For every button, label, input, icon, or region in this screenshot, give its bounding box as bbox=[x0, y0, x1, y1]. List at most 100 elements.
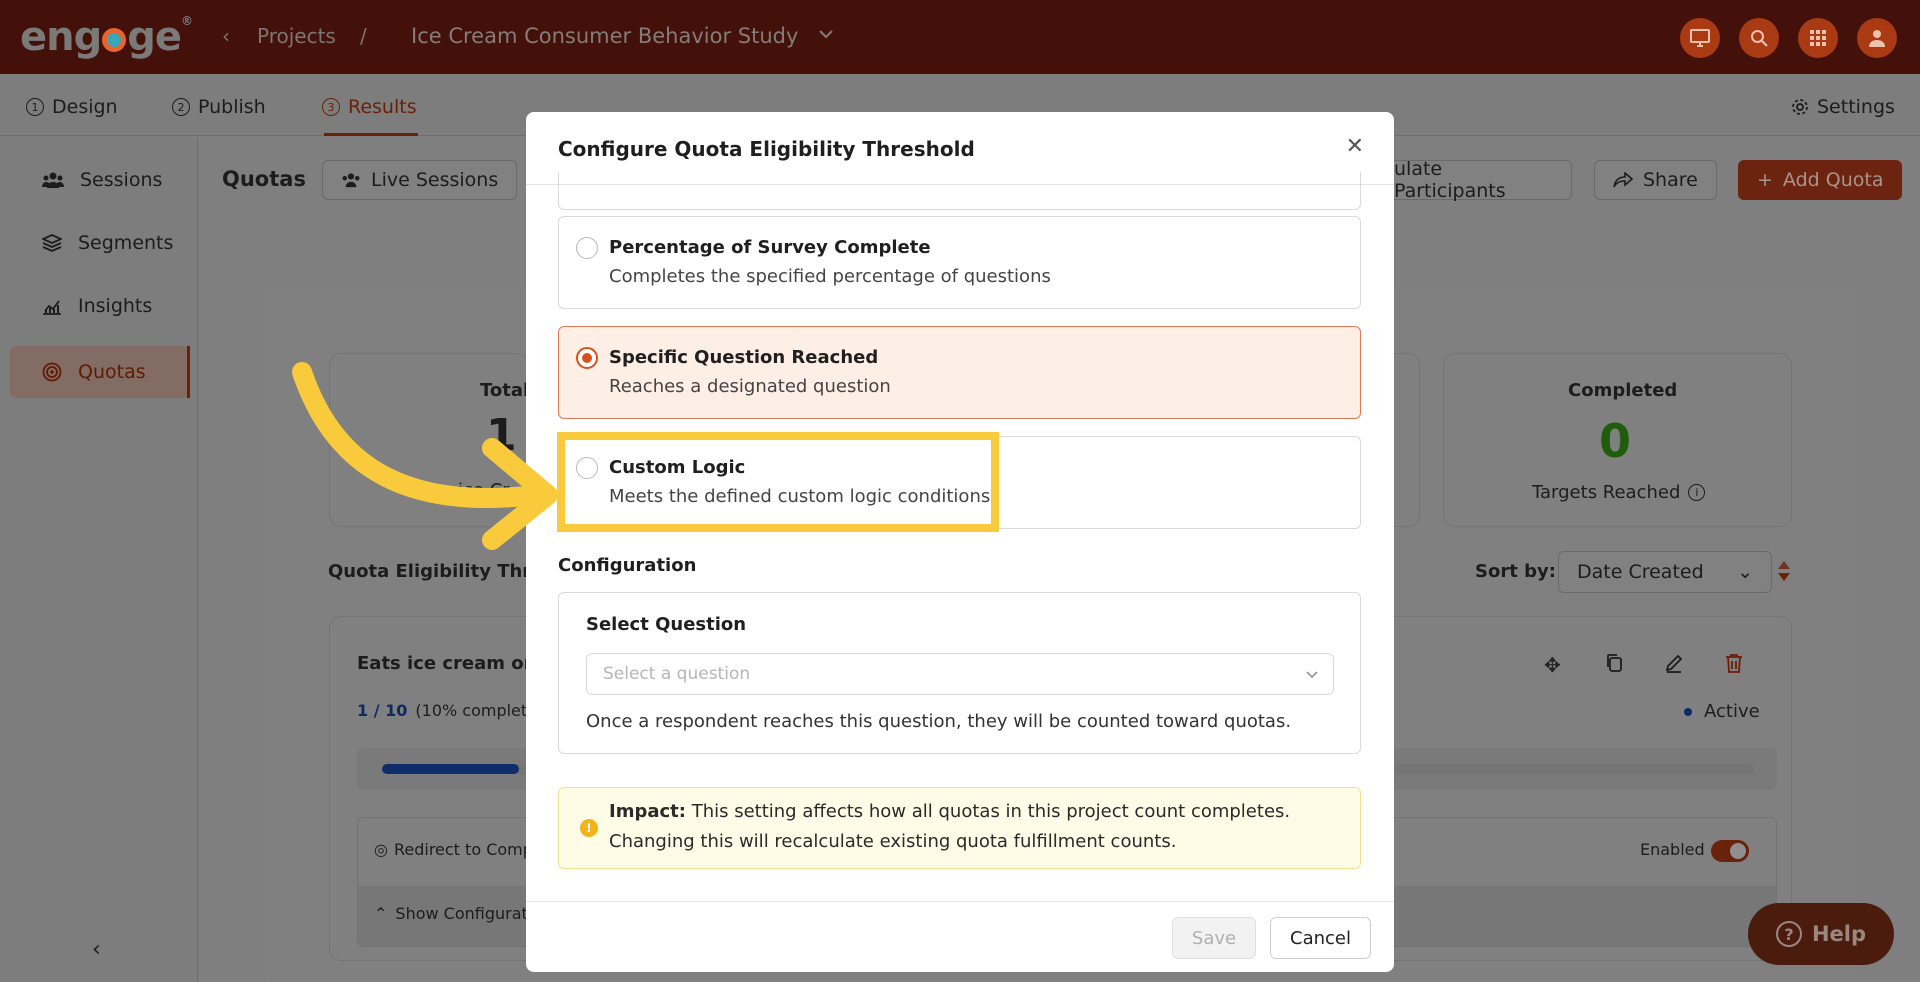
sort-direction-icon[interactable] bbox=[1777, 560, 1791, 582]
chart-icon bbox=[42, 297, 62, 315]
progress-count: 1 / 10 bbox=[357, 701, 408, 720]
enabled-toggle[interactable] bbox=[1711, 840, 1749, 862]
completed-value: 0 bbox=[1599, 414, 1632, 468]
step-number: 2 bbox=[172, 98, 190, 116]
help-label: Help bbox=[1811, 922, 1867, 946]
gear-icon bbox=[1791, 98, 1809, 116]
threshold-label: Quota Eligibility Thres bbox=[328, 561, 555, 582]
collapse-sidebar-icon[interactable]: ‹ bbox=[92, 937, 101, 962]
chevron-down-icon bbox=[1305, 667, 1319, 681]
footer-divider bbox=[526, 901, 1394, 902]
impact-label: Impact: bbox=[609, 801, 686, 822]
sort-select[interactable]: Date Created ⌄ bbox=[1558, 551, 1772, 593]
add-quota-label: Add Quota bbox=[1782, 169, 1884, 191]
modal-title: Configure Quota Eligibility Threshold bbox=[558, 137, 975, 161]
tab-results[interactable]: 3 Results bbox=[322, 96, 417, 118]
toggle-knob bbox=[1730, 843, 1746, 859]
question-icon: ? bbox=[1775, 921, 1802, 947]
share-button[interactable]: Share bbox=[1594, 160, 1717, 200]
status-badge: Active bbox=[1684, 701, 1760, 722]
total-label: Total bbox=[480, 380, 530, 401]
step-number: 3 bbox=[322, 98, 340, 116]
radio-button[interactable] bbox=[576, 237, 598, 259]
tab-publish[interactable]: 2 Publish bbox=[172, 96, 266, 118]
targets-reached: Targets Reached i bbox=[1532, 482, 1706, 503]
copy-icon[interactable] bbox=[1605, 653, 1623, 673]
step-number: 1 bbox=[26, 98, 44, 116]
sidebar-item-quotas[interactable]: Quotas bbox=[10, 346, 190, 398]
top-bar: eng ge® ‹ Projects / Ice Cream Consumer B… bbox=[0, 0, 1920, 74]
add-quota-button[interactable]: + Add Quota bbox=[1738, 160, 1903, 200]
redirect-label: Redirect to Comp bbox=[393, 840, 533, 859]
settings-button[interactable]: Settings bbox=[1791, 96, 1895, 118]
sidebar-item-label: Sessions bbox=[80, 169, 163, 191]
sidebar-item-insights[interactable]: Insights bbox=[10, 280, 188, 332]
completed-stat-card: Completed 0 Targets Reached i bbox=[1443, 353, 1792, 527]
tab-label: Results bbox=[348, 96, 417, 118]
presentation-icon[interactable] bbox=[1680, 18, 1720, 58]
impact-text: This setting affects how all quotas in t… bbox=[691, 801, 1291, 822]
plus-icon: + bbox=[1757, 169, 1773, 191]
completed-label: Completed bbox=[1568, 380, 1678, 401]
cancel-button[interactable]: Cancel bbox=[1270, 917, 1371, 959]
sidebar-item-segments[interactable]: Segments bbox=[10, 217, 188, 269]
select-placeholder: Select a question bbox=[603, 664, 751, 684]
select-question-dropdown[interactable]: Select a question bbox=[586, 653, 1334, 695]
redirect-icon: ◎ bbox=[374, 840, 388, 859]
search-icon[interactable] bbox=[1739, 18, 1779, 58]
configuration-heading: Configuration bbox=[558, 555, 697, 576]
total-subtitle: ice Cr bbox=[458, 480, 510, 501]
recalculate-participants-button[interactable]: ulate Participants bbox=[1394, 158, 1572, 202]
close-icon[interactable]: ✕ bbox=[1346, 134, 1364, 159]
option-description: Completes the specified percentage of qu… bbox=[609, 266, 1051, 287]
quota-name: Eats ice cream onc bbox=[357, 653, 548, 674]
settings-label: Settings bbox=[1817, 96, 1895, 118]
help-button[interactable]: ? Help bbox=[1748, 903, 1894, 965]
sort-value: Date Created bbox=[1577, 561, 1704, 583]
option-percentage-complete[interactable]: Percentage of Survey Complete Completes … bbox=[558, 216, 1361, 309]
sidebar-item-sessions[interactable]: Sessions bbox=[10, 154, 188, 206]
scrolled-option-edge bbox=[558, 172, 1361, 210]
impact-line-1: Impact: This setting affects how all quo… bbox=[609, 801, 1290, 822]
total-value: 1 bbox=[486, 410, 517, 461]
show-config-label: Show Configurati bbox=[395, 904, 533, 923]
sidebar-item-label: Quotas bbox=[78, 361, 146, 383]
active-tab-underline bbox=[324, 133, 418, 136]
layers-icon bbox=[42, 234, 62, 252]
edit-icon[interactable] bbox=[1664, 653, 1684, 673]
radio-button-selected[interactable] bbox=[576, 347, 598, 369]
users-icon bbox=[341, 172, 361, 188]
impact-line-2: Changing this will recalculate existing … bbox=[609, 831, 1177, 852]
configuration-help-text: Once a respondent reaches this question,… bbox=[586, 711, 1292, 732]
tab-design[interactable]: 1 Design bbox=[26, 96, 118, 118]
breadcrumb-projects[interactable]: Projects bbox=[257, 24, 336, 48]
highlight-box bbox=[557, 432, 999, 532]
user-icon[interactable] bbox=[1857, 18, 1897, 58]
chevron-down-icon[interactable] bbox=[816, 24, 836, 44]
tab-label: Design bbox=[52, 96, 118, 118]
share-icon bbox=[1613, 172, 1633, 188]
project-title[interactable]: Ice Cream Consumer Behavior Study bbox=[411, 24, 798, 48]
live-sessions-label: Live Sessions bbox=[371, 169, 499, 191]
recalculate-label: ulate Participants bbox=[1394, 158, 1506, 202]
chevron-left-icon[interactable]: ‹ bbox=[222, 24, 230, 48]
trash-icon[interactable] bbox=[1725, 653, 1743, 673]
info-icon[interactable]: i bbox=[1688, 484, 1706, 501]
apps-grid-icon[interactable] bbox=[1798, 18, 1838, 58]
option-specific-question[interactable]: Specific Question Reached Reaches a desi… bbox=[558, 326, 1361, 419]
chevron-up-icon: ⌃ bbox=[374, 904, 388, 923]
move-icon[interactable]: ✥ bbox=[1544, 653, 1561, 677]
save-button[interactable]: Save bbox=[1172, 917, 1256, 959]
option-description: Reaches a designated question bbox=[609, 376, 891, 397]
status-dot bbox=[1684, 707, 1692, 716]
live-sessions-button[interactable]: Live Sessions bbox=[322, 160, 518, 200]
redirect-row: ◎ Redirect to Comp bbox=[374, 840, 533, 859]
engage-logo[interactable]: eng ge® bbox=[20, 14, 193, 60]
status-label: Active bbox=[1704, 701, 1760, 722]
sidebar-item-label: Insights bbox=[78, 295, 153, 317]
select-question-label: Select Question bbox=[586, 614, 747, 635]
share-label: Share bbox=[1643, 169, 1698, 191]
chevron-down-icon: ⌄ bbox=[1737, 561, 1753, 583]
progress-percent: (10% complete bbox=[415, 701, 538, 720]
show-config-toggle[interactable]: ⌃ Show Configurati bbox=[374, 904, 532, 923]
